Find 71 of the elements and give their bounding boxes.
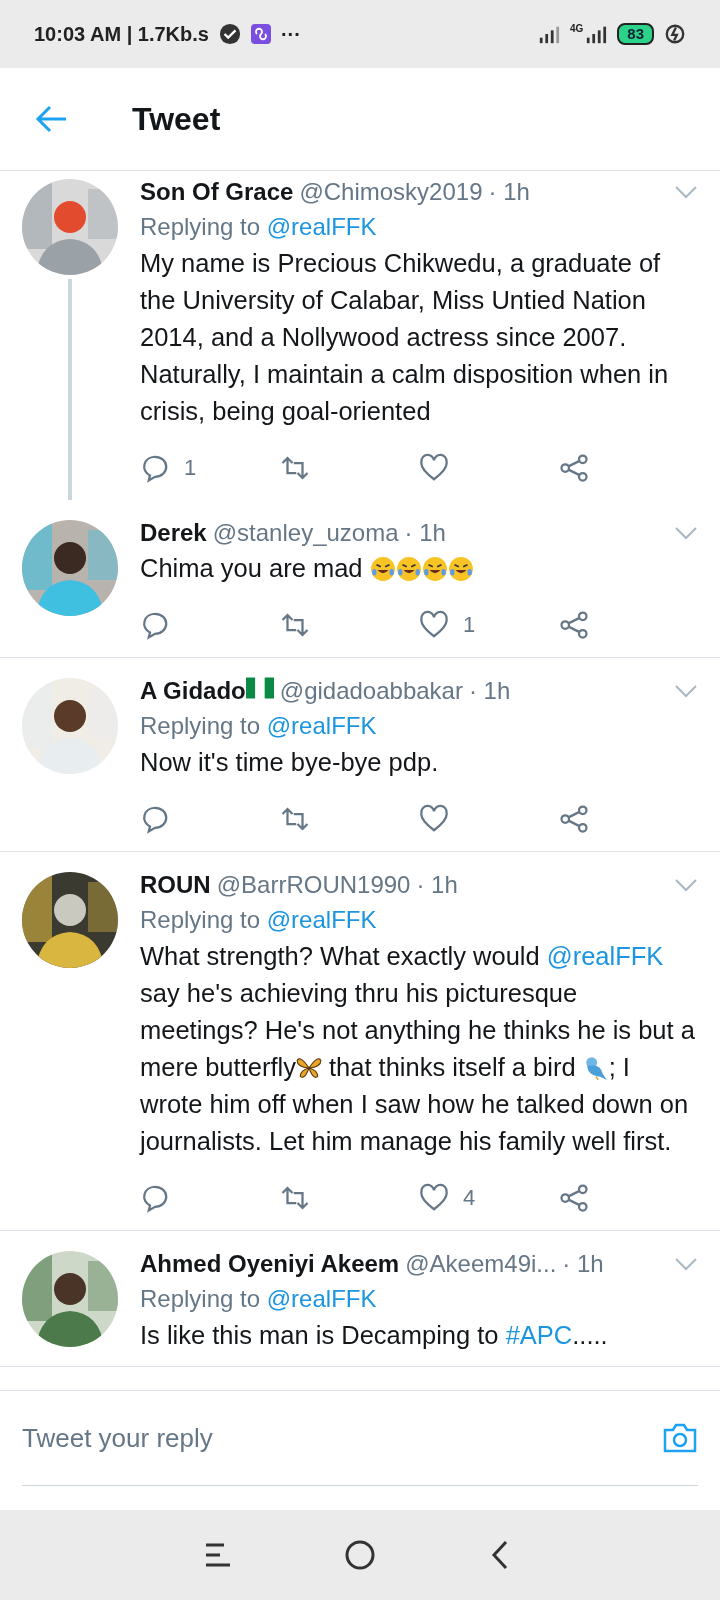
share-icon xyxy=(558,453,589,483)
more-text: ··· xyxy=(280,22,301,46)
butterfly-emoji-icon xyxy=(295,1055,322,1081)
heart-icon xyxy=(419,453,449,483)
replying-to-text: Replying to @realFFK xyxy=(140,212,378,242)
user-name: ROUN xyxy=(140,870,211,900)
replying-to-text: Replying to @realFFK xyxy=(140,711,378,741)
status-time: 10:03 AM | 1.7Kb.s xyxy=(34,22,209,46)
replying-to-text: Replying to @realFFK xyxy=(140,1284,378,1314)
retweet-icon xyxy=(279,453,310,483)
retweet-icon xyxy=(279,804,310,834)
user-name: A Gidado xyxy=(140,676,246,706)
home-icon[interactable] xyxy=(344,1539,376,1571)
share-icon xyxy=(558,1183,589,1213)
tweet-time: · 1h xyxy=(562,1249,604,1279)
user-name: Ahmed Oyeniyi Akeem xyxy=(140,1249,400,1279)
reply-icon xyxy=(140,453,170,483)
mention-link[interactable]: @realFFK xyxy=(266,1285,377,1312)
check-icon xyxy=(218,23,241,45)
tweet-text: Now it's time bye-bye pdp. xyxy=(140,747,440,778)
heart-icon xyxy=(419,804,449,834)
laughing-emoji-icon xyxy=(447,556,474,582)
user-handle: @Akeem49i... xyxy=(405,1249,557,1279)
user-handle: @gidadoabbakar xyxy=(279,676,463,706)
tweet-text: Is like this man is Decamping to #APC..... xyxy=(140,1320,609,1351)
user-name: Son Of Grace xyxy=(140,177,294,207)
hashtag-link[interactable]: #APC xyxy=(505,1321,573,1349)
chevron-down-icon[interactable] xyxy=(674,1257,698,1271)
user-handle: @stanley_uzoma xyxy=(212,518,399,548)
tweet-time: · 1h xyxy=(416,870,458,900)
charging-icon xyxy=(664,23,686,45)
chevron-down-icon[interactable] xyxy=(674,684,698,698)
chevron-down-icon[interactable] xyxy=(674,878,698,892)
share-icon xyxy=(558,804,589,834)
mention-link[interactable]: @realFFK xyxy=(266,906,377,933)
reply-icon xyxy=(140,804,170,834)
mention-link[interactable]: @realFFK xyxy=(266,712,377,739)
camera-icon[interactable] xyxy=(662,1422,698,1454)
laughing-emoji-icon xyxy=(369,556,396,582)
mention-link[interactable]: @realFFK xyxy=(546,942,664,970)
tweet-time: · 1h xyxy=(468,676,511,706)
heart-icon xyxy=(419,1183,449,1213)
tweet-time: · 1h xyxy=(404,518,446,548)
action-count: 1 xyxy=(184,455,197,481)
app-icon xyxy=(250,24,271,44)
chevron-down-icon[interactable] xyxy=(674,185,698,199)
retweet-icon xyxy=(279,1183,310,1213)
user-handle: @Chimosky2019 xyxy=(299,177,483,207)
action-count: 1 xyxy=(463,612,476,638)
tweet-text: What strength? What exactly would @realFFK say he's achieving thru his picturesque meetings? He's not anything he thinks he is but a mere butterfly that thinks itself a bird ; I wrote him off when I saw how he talked down on journalists. Let him manage his family well first. xyxy=(140,941,696,1157)
chevron-down-icon[interactable] xyxy=(674,526,698,540)
tweet-text: Chima you are mad xyxy=(140,550,698,587)
reply-field[interactable]: Tweet your reply xyxy=(22,1422,662,1454)
laughing-emoji-icon xyxy=(421,556,448,582)
page-title: Tweet xyxy=(132,100,221,138)
heart-icon xyxy=(419,610,449,640)
share-icon xyxy=(558,610,589,640)
user-name: Derek xyxy=(140,518,207,548)
reply-icon xyxy=(140,1183,170,1213)
replying-to-text: Replying to @realFFK xyxy=(140,905,378,935)
battery-indicator: 83 xyxy=(617,23,654,45)
network-type: 4G xyxy=(569,22,584,34)
flag-emoji-icon xyxy=(245,677,274,699)
tweet-time: · 1h xyxy=(488,177,530,207)
retweet-icon xyxy=(279,610,310,640)
mention-link[interactable]: @realFFK xyxy=(266,213,377,240)
reply-icon xyxy=(140,610,170,640)
user-handle: @BarrROUN1990 xyxy=(216,870,411,900)
tweet-text: My name is Precious Chikwedu, a graduate of the University of Calabar, Miss Untied Nation 2014, and a Nollywood actress since 2007. Naturally, I maintain a calm disposition when in crisis, being goal-oriented xyxy=(140,248,670,427)
action-count: 4 xyxy=(463,1185,476,1211)
laughing-emoji-icon xyxy=(395,556,422,582)
